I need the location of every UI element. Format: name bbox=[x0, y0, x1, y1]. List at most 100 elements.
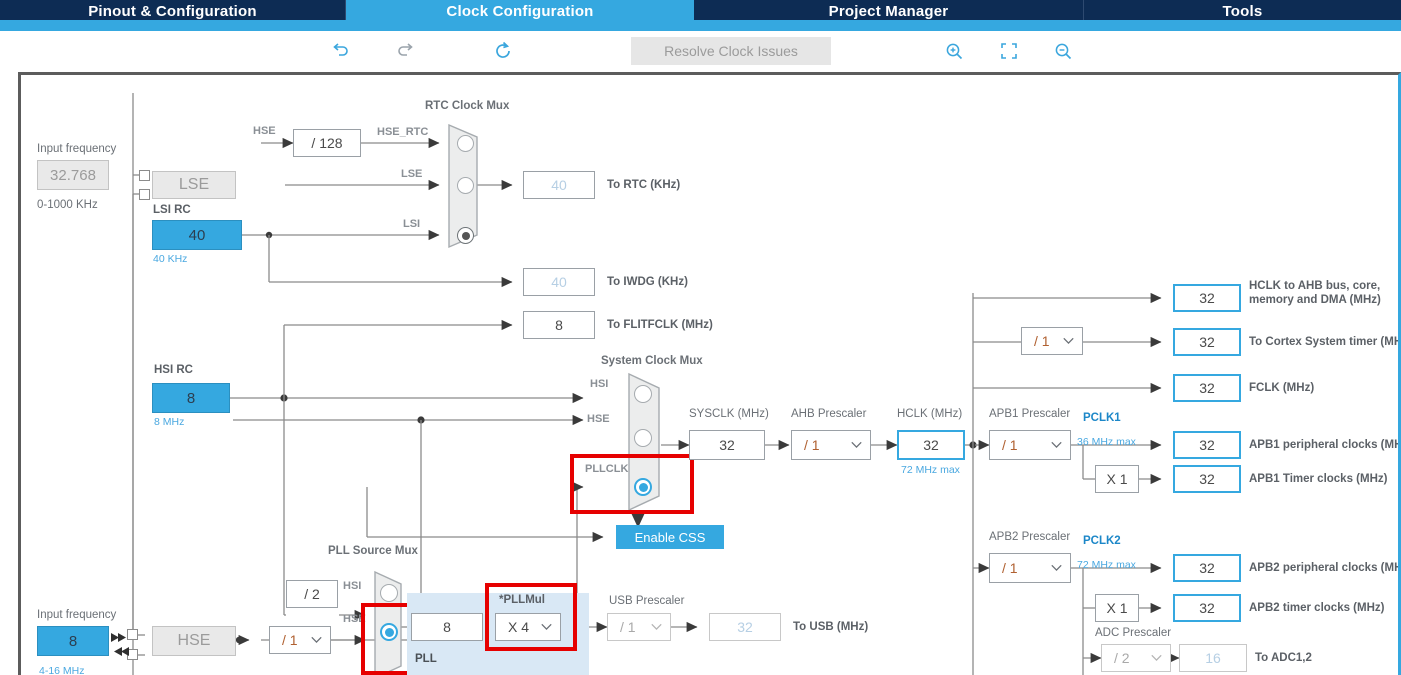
hse-double-arrow-icons bbox=[111, 633, 129, 656]
lse-input-frequency-field[interactable]: 32.768 bbox=[37, 160, 109, 190]
clock-toolbar: Resolve Clock Issues bbox=[0, 31, 1401, 71]
fit-to-screen-icon[interactable] bbox=[993, 35, 1025, 67]
hclk-ahb-out-label: HCLK to AHB bus, core, memory and DMA (M… bbox=[1249, 280, 1381, 306]
fclk-out-label: FCLK (MHz) bbox=[1249, 382, 1315, 394]
sys-mux-radio-hsi[interactable] bbox=[634, 385, 652, 403]
apb1-timer-out-value[interactable]: 32 bbox=[1173, 465, 1241, 493]
apb1-max-label: 36 MHz max bbox=[1077, 436, 1136, 448]
hclk-label: HCLK (MHz) bbox=[897, 408, 963, 420]
pllclk-selection-highlight bbox=[570, 454, 694, 514]
hclk-max-label: 72 MHz max bbox=[901, 464, 960, 476]
chevron-down-icon bbox=[1051, 441, 1062, 449]
to-rtc-value: 40 bbox=[523, 171, 595, 199]
apb2-timer-multiplier: X 1 bbox=[1095, 594, 1139, 622]
hse-div-select[interactable]: / 1 bbox=[269, 626, 331, 654]
tab-underline-strip bbox=[0, 20, 1401, 31]
hse-oscillator-block[interactable]: HSE bbox=[152, 626, 236, 656]
redo-arrow-icon[interactable] bbox=[390, 35, 422, 67]
chevron-down-icon bbox=[1063, 337, 1074, 345]
sys-mux-input-hsi-label: HSI bbox=[590, 378, 609, 390]
rtc-mux-radio-lse[interactable] bbox=[457, 177, 474, 194]
lsi-rc-value[interactable]: 40 bbox=[152, 220, 242, 250]
rtc-mux-input-hse-rtc-label: HSE_RTC bbox=[377, 126, 429, 138]
apb1-prescaler-value: / 1 bbox=[1002, 437, 1018, 453]
tab-pinout-configuration[interactable]: Pinout & Configuration bbox=[0, 0, 346, 20]
hse-range-label: 4-16 MHz bbox=[39, 665, 85, 675]
cortex-systimer-out-label: To Cortex System timer (MHz) bbox=[1249, 336, 1401, 348]
lsi-rc-sub: 40 KHz bbox=[153, 253, 188, 265]
apb2-timer-out-label: APB2 timer clocks (MHz) bbox=[1249, 602, 1385, 614]
apb1-periph-out-label: APB1 peripheral clocks (MHz) bbox=[1249, 439, 1401, 451]
zoom-in-magnifier-icon[interactable] bbox=[938, 35, 970, 67]
to-rtc-label: To RTC (KHz) bbox=[607, 179, 681, 191]
chevron-down-icon bbox=[1051, 564, 1062, 572]
rtc-mux-input-lse-label: LSE bbox=[401, 168, 423, 180]
sysclk-value: 32 bbox=[689, 430, 765, 460]
chevron-down-icon bbox=[311, 636, 322, 644]
adc-out-label: To ADC1,2 bbox=[1255, 652, 1312, 664]
apb2-periph-out-value[interactable]: 32 bbox=[1173, 554, 1241, 582]
tab-label: Clock Configuration bbox=[446, 3, 594, 20]
rtc-mux-radio-hse-rtc[interactable] bbox=[457, 135, 474, 152]
apb1-prescaler-select[interactable]: / 1 bbox=[989, 430, 1071, 460]
rtc-clock-mux-title: RTC Clock Mux bbox=[425, 100, 510, 112]
to-usb-value: 32 bbox=[709, 613, 781, 641]
apb2-prescaler-value: / 1 bbox=[1002, 560, 1018, 576]
hclk-value[interactable]: 32 bbox=[897, 430, 965, 460]
lse-pin-out bbox=[139, 189, 150, 200]
cortex-systimer-out-value[interactable]: 32 bbox=[1173, 328, 1241, 356]
refresh-circular-icon[interactable] bbox=[487, 35, 519, 67]
undo-arrow-icon[interactable] bbox=[324, 35, 356, 67]
tab-project-manager[interactable]: Project Manager bbox=[694, 0, 1084, 20]
apb2-timer-out-value[interactable]: 32 bbox=[1173, 594, 1241, 622]
chevron-down-icon bbox=[1151, 654, 1162, 662]
hsi-rc-value[interactable]: 8 bbox=[152, 383, 230, 413]
to-flitfclk-label: To FLITFCLK (MHz) bbox=[607, 319, 713, 331]
to-flitfclk-value: 8 bbox=[523, 311, 595, 339]
apb1-periph-out-value[interactable]: 32 bbox=[1173, 431, 1241, 459]
apb1-timer-multiplier: X 1 bbox=[1095, 465, 1139, 493]
ahb-prescaler-select[interactable]: / 1 bbox=[791, 430, 871, 460]
usb-prescaler-select[interactable]: / 1 bbox=[607, 613, 671, 641]
lse-oscillator-block[interactable]: LSE bbox=[152, 171, 236, 199]
to-iwdg-value: 40 bbox=[523, 268, 595, 296]
lsi-rc-label: LSI RC bbox=[153, 204, 191, 216]
hse-input-frequency-field[interactable]: 8 bbox=[37, 626, 109, 656]
tab-label: Project Manager bbox=[828, 3, 949, 20]
enable-css-button[interactable]: Enable CSS bbox=[616, 525, 724, 549]
cortex-prescaler-select[interactable]: / 1 bbox=[1021, 327, 1083, 355]
adc-prescaler-label: ADC Prescaler bbox=[1095, 627, 1172, 639]
tab-tools[interactable]: Tools bbox=[1084, 0, 1401, 20]
adc-prescaler-value: / 2 bbox=[1114, 650, 1130, 666]
rtc-mux-input-lsi-label: LSI bbox=[403, 218, 421, 230]
usb-prescaler-value: / 1 bbox=[620, 619, 636, 635]
cortex-prescaler-value: / 1 bbox=[1034, 333, 1050, 349]
pll-mux-radio-hsi[interactable] bbox=[380, 584, 398, 602]
fclk-out-value[interactable]: 32 bbox=[1173, 374, 1241, 402]
apb1-timer-out-label: APB1 Timer clocks (MHz) bbox=[1249, 473, 1388, 485]
tab-clock-configuration[interactable]: Clock Configuration bbox=[346, 0, 694, 20]
resolve-clock-issues-button[interactable]: Resolve Clock Issues bbox=[631, 37, 831, 65]
system-clock-mux-title: System Clock Mux bbox=[601, 355, 703, 367]
hse-div-value: / 1 bbox=[282, 632, 298, 648]
pllmul-selection-highlight bbox=[485, 583, 577, 651]
lse-range-label: 0-1000 KHz bbox=[37, 199, 98, 211]
apb1-prescaler-label: APB1 Prescaler bbox=[989, 408, 1071, 420]
pll-mux-input-hsi-label: HSI bbox=[343, 580, 362, 592]
hsi-rc-sub: 8 MHz bbox=[154, 416, 185, 428]
sys-mux-radio-hse[interactable] bbox=[634, 429, 652, 447]
lse-input-frequency-label: Input frequency bbox=[37, 143, 117, 155]
apb2-prescaler-select[interactable]: / 1 bbox=[989, 553, 1071, 583]
ahb-prescaler-value: / 1 bbox=[804, 437, 820, 453]
zoom-out-magnifier-icon[interactable] bbox=[1047, 35, 1079, 67]
clock-tree-diagram-panel[interactable]: Input frequency 32.768 0-1000 KHz LSE LS… bbox=[18, 72, 1401, 675]
main-tab-bar: Pinout & Configuration Clock Configurati… bbox=[0, 0, 1401, 20]
hclk-ahb-out-value[interactable]: 32 bbox=[1173, 284, 1241, 312]
to-iwdg-label: To IWDG (KHz) bbox=[607, 276, 688, 288]
pll-source-mux-title: PLL Source Mux bbox=[328, 545, 418, 557]
adc-prescaler-select[interactable]: / 2 bbox=[1101, 644, 1171, 672]
apb2-prescaler-label: APB2 Prescaler bbox=[989, 531, 1071, 543]
apb2-periph-out-label: APB2 peripheral clocks (MHz) bbox=[1249, 562, 1401, 574]
apb2-max-label: 72 MHz max bbox=[1077, 559, 1136, 571]
rtc-mux-radio-lsi[interactable] bbox=[457, 227, 474, 244]
